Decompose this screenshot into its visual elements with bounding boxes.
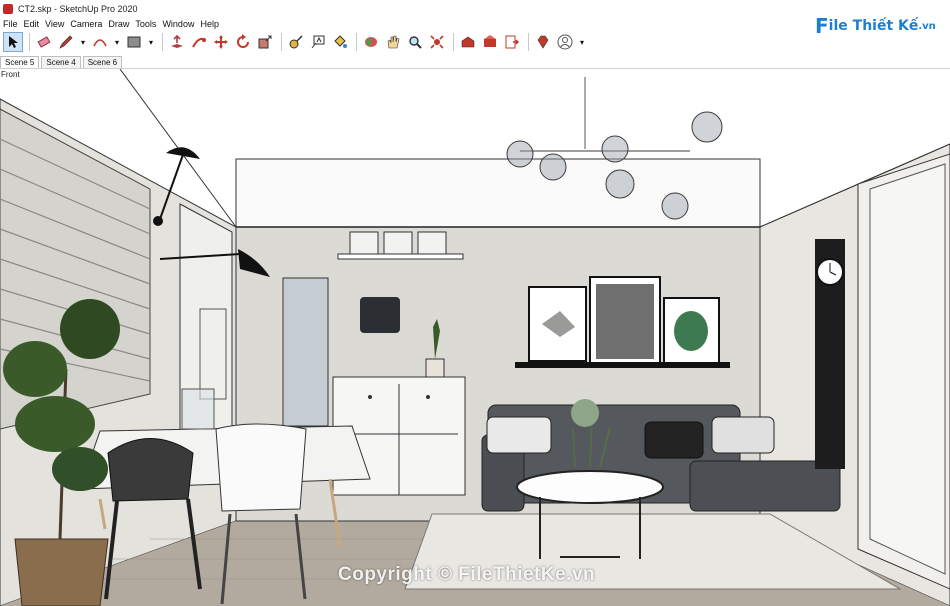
scene-tabs: Scene 5 Scene 4 Scene 6: [0, 54, 950, 69]
zoom-magnifier-icon: [409, 36, 422, 49]
follow-me-icon: [192, 37, 206, 48]
toolbar-separator: [356, 33, 357, 51]
main-toolbar: ▾ ▾ ▾ ▾: [0, 30, 950, 54]
menu-help[interactable]: Help: [197, 19, 222, 29]
arc-icon: [93, 39, 107, 47]
account-dropdown[interactable]: ▾: [577, 32, 587, 52]
menu-window[interactable]: Window: [159, 19, 197, 29]
wall-mirror: [282, 277, 329, 427]
rotate-icon: [237, 34, 249, 48]
text-label-icon: [311, 35, 325, 49]
eraser-icon: [37, 36, 51, 48]
paint-bucket-tool-button[interactable]: [330, 32, 350, 52]
menu-camera[interactable]: Camera: [67, 19, 105, 29]
extension-warehouse-icon: [484, 35, 496, 47]
layout-icon: [505, 35, 520, 49]
text-tool-button[interactable]: [308, 32, 328, 52]
sketchup-app-icon: [3, 3, 13, 14]
throw-pillow: [486, 416, 552, 454]
hanging-bag: [360, 297, 400, 333]
3d-warehouse-tool-button[interactable]: [458, 32, 478, 52]
shape-tools-dropdown[interactable]: ▾: [146, 32, 156, 52]
push-pull-tool-button[interactable]: [167, 32, 187, 52]
pencil-icon: [59, 35, 73, 49]
menu-bar: File Edit View Camera Draw Tools Window …: [0, 17, 950, 30]
scale-icon: [258, 35, 272, 49]
rectangle-icon: [127, 36, 141, 48]
window-title: CT2.skp - SketchUp Pro 2020: [18, 3, 138, 14]
line-tools-dropdown[interactable]: ▾: [78, 32, 88, 52]
scale-offset-tool-button[interactable]: [255, 32, 275, 52]
toolbar-separator: [29, 33, 30, 51]
living-room-scene: [0, 69, 950, 606]
menu-file[interactable]: File: [0, 19, 21, 29]
select-arrow-icon: [9, 36, 18, 48]
arc-tool-button[interactable]: [90, 32, 110, 52]
ceiling: [0, 69, 950, 159]
ruby-gem-icon: [537, 35, 549, 49]
pencil-line-tool-button[interactable]: [56, 32, 76, 52]
title-bar: CT2.skp - SketchUp Pro 2020: [0, 0, 950, 17]
tape-measure-icon: [289, 35, 303, 49]
tab-scene-6[interactable]: Scene 6: [82, 56, 123, 68]
account-tool-button[interactable]: [555, 32, 575, 52]
push-pull-icon: [171, 34, 183, 48]
move-icon: [214, 35, 228, 49]
eraser-tool-button[interactable]: [34, 32, 54, 52]
warehouse-icon: [461, 36, 475, 48]
arc-tools-dropdown[interactable]: ▾: [112, 32, 122, 52]
menu-tools[interactable]: Tools: [132, 19, 159, 29]
layout-send-tool-button[interactable]: [502, 32, 522, 52]
grandfather-clock: [815, 239, 845, 469]
orbit-tool-button[interactable]: [361, 32, 381, 52]
move-tool-button[interactable]: [211, 32, 231, 52]
extension-warehouse-tool-button[interactable]: [480, 32, 500, 52]
throw-pillow: [711, 416, 775, 454]
follow-me-tool-button[interactable]: [189, 32, 209, 52]
3d-viewport[interactable]: Front Copyright © FileThietKe.vn: [0, 69, 950, 606]
throw-pillow: [644, 421, 704, 459]
view-label: Front: [1, 70, 20, 79]
tape-measure-tool-button[interactable]: [286, 32, 306, 52]
pan-hand-icon: [387, 35, 400, 49]
tab-scene-5[interactable]: Scene 5: [0, 56, 40, 68]
rectangle-shape-tool-button[interactable]: [124, 32, 144, 52]
zoom-extents-tool-button[interactable]: [427, 32, 447, 52]
menu-view[interactable]: View: [42, 19, 67, 29]
menu-draw[interactable]: Draw: [105, 19, 132, 29]
toolbar-separator: [281, 33, 282, 51]
pan-tool-button[interactable]: [383, 32, 403, 52]
user-account-icon: [557, 34, 573, 50]
zoom-tool-button[interactable]: [405, 32, 425, 52]
tab-scene-4[interactable]: Scene 4: [41, 56, 81, 68]
select-tool-button[interactable]: [3, 32, 23, 52]
rotate-tool-button[interactable]: [233, 32, 253, 52]
toolbar-separator: [162, 33, 163, 51]
orbit-icon: [365, 37, 377, 47]
zoom-extents-icon: [430, 35, 444, 49]
toolbar-separator: [453, 33, 454, 51]
paint-bucket-icon: [334, 35, 347, 48]
toolbar-separator: [528, 33, 529, 51]
extension-manager-tool-button[interactable]: [533, 32, 553, 52]
copyright-watermark: Copyright © FileThietKe.vn: [338, 564, 596, 585]
menu-edit[interactable]: Edit: [21, 19, 43, 29]
